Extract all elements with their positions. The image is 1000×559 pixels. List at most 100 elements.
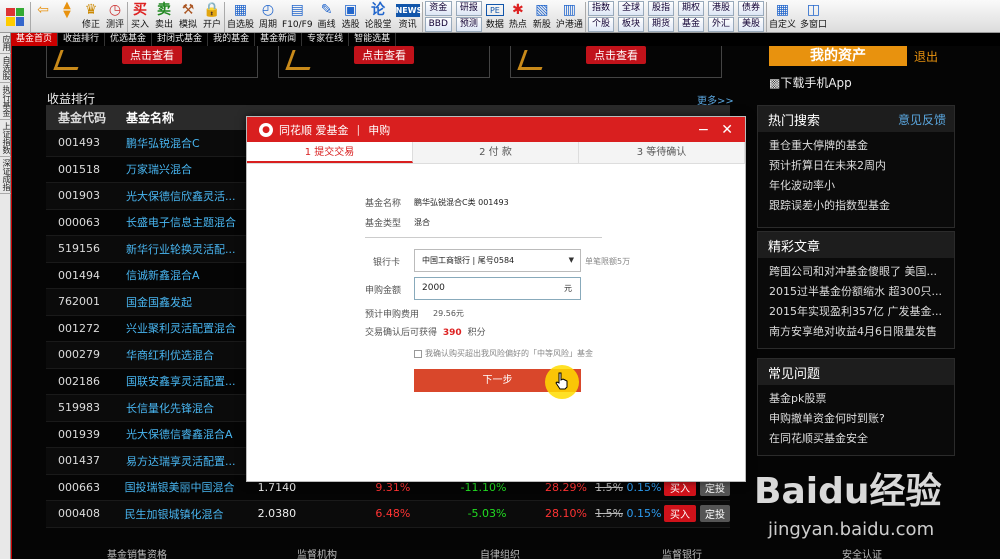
purchase-amount-input[interactable]: 2000 元 [414,277,581,300]
list-item[interactable]: 在同花顺买基金安全 [769,429,954,449]
f10-button[interactable]: ▤ F10/F9 [280,0,315,33]
fund-name-link[interactable]: 光大保德信睿鑫混合A [126,426,262,442]
fund-name-link[interactable]: 国联安鑫享灵活配置... [126,373,262,389]
footer-link[interactable]: 自律组织 [480,546,520,559]
options-fund-group[interactable]: 期权 基金 [676,0,706,33]
watchlist-button[interactable]: ▦ 自选股 [225,0,256,33]
bond-us-group[interactable]: 债券 美股 [736,0,766,33]
buy-toolbar-button[interactable]: 买买入 [128,0,152,33]
risk-confirm-checkbox[interactable]: 我确认购买超出我风险偏好的「中等风险」基金 [414,348,593,359]
dialog-app-name: 同花顺 爱基金 [279,123,349,137]
tab-returns-rank[interactable]: 收益排行 [58,33,106,46]
report-forecast-group[interactable]: 研报 预测 [454,0,484,33]
pe-data-button[interactable]: PE 数据 [484,0,506,33]
simulate-button[interactable]: ⚒ 模拟 [176,0,200,33]
fund-name-link[interactable]: 兴业聚利灵活配置混合 [126,320,262,336]
hk-connect-icon: ▥ [562,2,577,18]
footer-link[interactable]: 监督机构 [297,546,337,559]
fund-name-link[interactable]: 新华行业轮换灵活配... [126,241,262,257]
hotspot-button[interactable]: ✱ 热点 [506,0,530,33]
fix-button[interactable]: ♛ 修正 [79,0,103,33]
footer-link[interactable]: 基金销售资格 [107,546,167,559]
fund-name-link[interactable]: 长盛电子信息主题混合 [126,214,262,230]
fixed-invest-button[interactable]: 定投 [700,505,730,523]
left-vertical-tabs: 应用 自选股 执行基金 上证指数 深证成指 [0,33,11,559]
app-logo[interactable] [0,0,30,33]
list-item[interactable]: 申购撤单资金何时到账? [769,409,954,429]
my-assets-button[interactable]: 我的资产 [769,46,907,66]
fund-name-link[interactable]: 易方达瑞享灵活配置... [126,453,262,469]
tab-fund-home[interactable]: 基金首页 [11,33,59,46]
fund-name-link[interactable]: 光大保德信欣鑫灵活... [126,188,262,204]
tab-closed-funds[interactable]: 封闭式基金 [152,33,209,46]
close-icon[interactable]: ✕ [721,122,733,138]
back-button[interactable]: ⇦ [31,0,55,33]
ths-logo-icon: ● [259,122,273,137]
hk-connect-button[interactable]: ▥ 沪港通 [554,0,585,33]
tab-experts[interactable]: 专家在线 [302,33,350,46]
multi-window-button[interactable]: ◫ 多窗口 [798,0,829,33]
tab-smart-select[interactable]: 智能选基 [349,33,397,46]
vtab-exec-fund[interactable]: 执行基金 [0,83,11,120]
fund-name-link[interactable]: 信诚新鑫混合A [126,267,262,283]
stock-select-button[interactable]: ▣ 选股 [339,0,363,33]
list-item[interactable]: 预计折算日在未来2周内 [769,156,954,176]
index-stock-group[interactable]: 指数 个股 [586,0,616,33]
global-sector-group[interactable]: 全球 板块 [616,0,646,33]
download-app-link[interactable]: ▩下载手机App [769,74,852,91]
minimize-icon[interactable]: − [698,122,710,138]
fix-icon: ♛ [84,2,98,18]
table-row[interactable]: 000408 民生加银城镇化混合 2.0380 6.48% -5.03% 28.10% 1.… [46,501,730,528]
vtab-sz-index[interactable]: 深证成指 [0,157,11,194]
view-button[interactable]: 点击查看 [122,46,182,64]
up-down-button[interactable]: ▲ ▼ [55,0,79,33]
forum-button[interactable]: 论论股堂 [363,0,394,33]
checkbox-icon[interactable] [414,349,422,358]
list-item[interactable]: 2015过半基金份额缩水 超300只... [769,282,954,302]
draw-line-button[interactable]: ✎ 画线 [315,0,339,33]
fund-name-link[interactable]: 华商红利优选混合 [126,347,262,363]
pe-icon: PE [485,4,504,16]
buy-button[interactable]: 买入 [664,505,696,523]
list-item[interactable]: 年化波动率小 [769,176,954,196]
fund-name-link[interactable]: 万家瑞兴混合 [126,161,262,177]
news-button[interactable]: NEWS 资讯 [394,0,422,33]
fund-type-value: 混合 [414,218,430,227]
sell-toolbar-button[interactable]: 卖卖出 [152,0,176,33]
header-code[interactable]: 基金代码 [46,109,126,126]
fund-name-link[interactable]: 鹏华弘锐混合C [126,135,262,151]
tab-selected-funds[interactable]: 优选基金 [105,33,153,46]
fund-name-link[interactable]: 民生加银城镇化混合 [125,506,258,522]
app-logo-icon [6,7,24,26]
feedback-link[interactable]: 意见反馈 [898,111,946,128]
tab-fund-news[interactable]: 基金新闻 [255,33,303,46]
open-account-button[interactable]: 🔒 开户 [200,0,224,33]
tab-my-funds[interactable]: 我的基金 [208,33,256,46]
list-item[interactable]: 重仓重大停牌的基金 [769,136,954,156]
fund-name-link[interactable]: 长信量化先锋混合 [126,400,262,416]
vtab-sh-index[interactable]: 上证指数 [0,120,11,157]
logout-link[interactable]: 退出 [914,48,938,65]
footer-link[interactable]: 监督银行 [662,546,702,559]
hk-forex-group[interactable]: 港股 外汇 [706,0,736,33]
fund-name-link[interactable]: 国金国鑫发起 [126,294,262,310]
list-item[interactable]: 2015年实现盈利357亿 广发基金... [769,302,954,322]
list-item[interactable]: 基金pk股票 [769,389,954,409]
period-button[interactable]: ◴ 周期 [256,0,280,33]
fund-name-link[interactable]: 国投瑞银美丽中国混合 [125,479,258,495]
vtab-apps[interactable]: 应用 [0,33,11,54]
list-item[interactable]: 跨国公司和对冲基金傻眼了 美国... [769,262,954,282]
evaluate-button[interactable]: ◷ 测评 [103,0,127,33]
bank-card-select[interactable]: 中国工商银行 | 尾号0584 ▼ [414,249,581,272]
view-button[interactable]: 点击查看 [354,46,414,64]
index-futures-group[interactable]: 股指 期货 [646,0,676,33]
back-arrow-icon: ⇦ [37,2,49,18]
view-button[interactable]: 点击查看 [586,46,646,64]
list-item[interactable]: 跟踪误差小的指数型基金 [769,196,954,216]
list-item[interactable]: 南方安享绝对收益4月6日限量发售 [769,322,954,342]
fund-bbd-group[interactable]: 资金 BBD [423,0,454,33]
new-stock-button[interactable]: ▧ 新股 [530,0,554,33]
vtab-watchlist[interactable]: 自选股 [0,54,11,83]
header-name[interactable]: 基金名称 [126,109,262,126]
customize-button[interactable]: ▦ 自定义 [767,0,798,33]
